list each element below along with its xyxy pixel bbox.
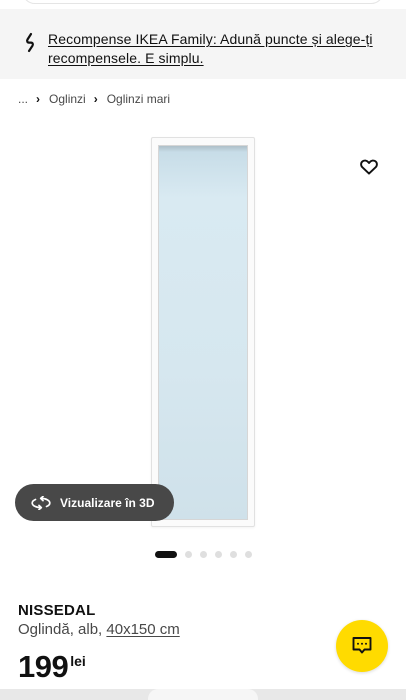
- pagination-dot[interactable]: [185, 550, 192, 558]
- pagination-dot[interactable]: [200, 550, 207, 558]
- product-image-gallery[interactable]: Vizualizare în 3D: [0, 119, 406, 549]
- favourite-button[interactable]: [357, 155, 381, 179]
- chevron-right-icon: ›: [36, 92, 41, 106]
- gallery-pagination: [155, 550, 260, 558]
- search-bar[interactable]: [22, 0, 384, 4]
- breadcrumb-item-oglinzi[interactable]: Oglinzi: [49, 92, 86, 106]
- view-3d-label: Vizualizare în 3D: [60, 495, 155, 510]
- pagination-dot[interactable]: [215, 550, 222, 558]
- product-name: NISSEDAL: [18, 602, 96, 619]
- heart-icon: [360, 159, 378, 175]
- breadcrumb-ellipsis[interactable]: ...: [18, 92, 28, 106]
- pagination-dot[interactable]: [230, 550, 237, 558]
- rotate-3d-icon: [31, 495, 51, 510]
- price-currency: lei: [70, 653, 86, 669]
- breadcrumb-item-oglinzi-mari[interactable]: Oglinzi mari: [107, 92, 170, 106]
- chat-bubble-icon: [352, 637, 372, 654]
- promo-banner[interactable]: Recompense IKEA Family: Adună puncte și …: [0, 9, 406, 79]
- product-type-color: Oglindă, alb,: [18, 621, 107, 638]
- chevron-right-icon: ›: [93, 92, 98, 106]
- chat-button[interactable]: [336, 620, 388, 672]
- product-image[interactable]: [151, 137, 255, 527]
- view-3d-button[interactable]: Vizualizare în 3D: [15, 484, 174, 521]
- breadcrumb: ... › Oglinzi › Oglinzi mari: [18, 91, 170, 107]
- bottom-sheet-handle: [0, 689, 406, 700]
- link-chain-icon: [22, 31, 38, 53]
- product-price: 199 lei: [18, 650, 86, 684]
- promo-link[interactable]: Recompense IKEA Family: Adună puncte și …: [48, 30, 388, 68]
- product-size-link[interactable]: 40x150 cm: [106, 621, 179, 638]
- mirror-glass: [158, 145, 248, 520]
- price-amount: 199: [18, 649, 69, 684]
- pagination-dot[interactable]: [245, 550, 252, 558]
- pagination-dot-active[interactable]: [155, 550, 177, 558]
- product-description: Oglindă, alb, 40x150 cm: [18, 621, 180, 638]
